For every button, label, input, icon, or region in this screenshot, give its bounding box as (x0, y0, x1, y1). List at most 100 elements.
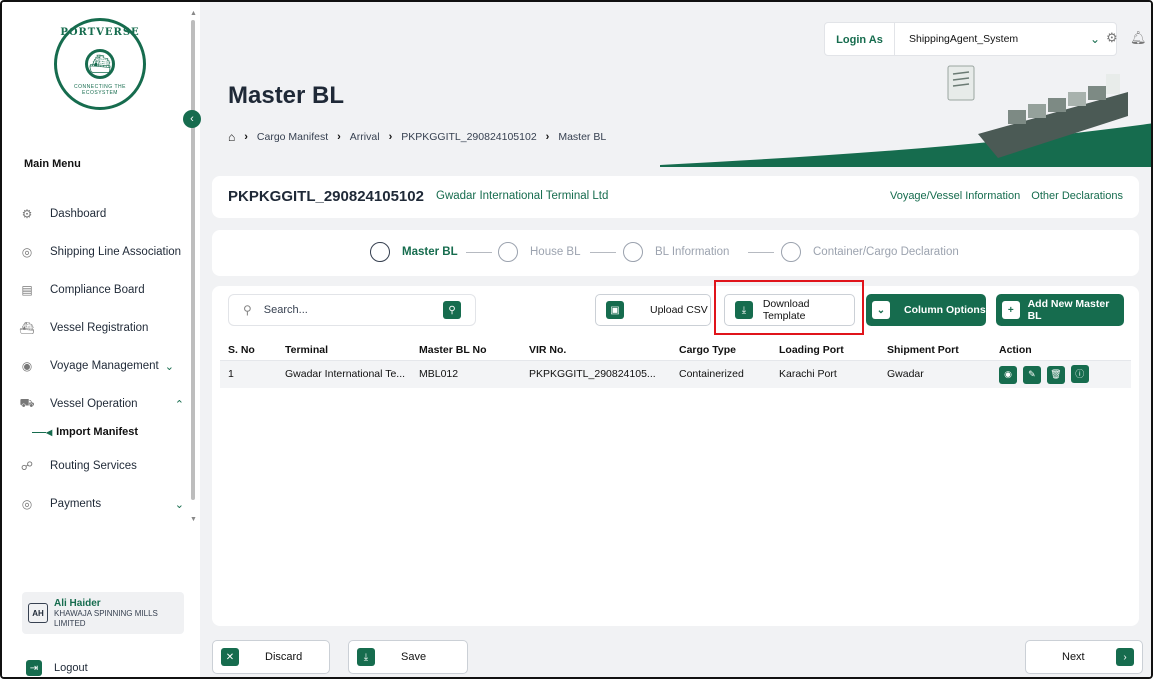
step-master-bl[interactable]: Master BL (370, 242, 458, 262)
logo-text: PORTVERSE (60, 27, 140, 38)
step-progress: Master BL House BL BL Information Contai… (212, 230, 1139, 276)
sidebar-scrollbar[interactable] (191, 20, 195, 500)
association-icon: ◎ (21, 245, 33, 259)
login-as-selector[interactable]: Login As ShippingAgent_System ⌄ (824, 22, 1117, 56)
payments-icon: ◎ (21, 497, 33, 511)
table-cell: PKPKGGITL_290824105... (521, 360, 671, 388)
logout-button[interactable]: ⇥ Logout (26, 660, 88, 676)
chevron-up-icon[interactable]: ⌃ (175, 398, 184, 411)
delete-icon[interactable]: 🗑︎ (1046, 365, 1065, 384)
upload-csv-button[interactable]: ▣ Upload CSV (595, 294, 711, 326)
sidebar-item-routing-services[interactable]: ☍ Routing Services (20, 447, 190, 485)
table-header-row: S. No Terminal Master BL No VIR No. Carg… (220, 340, 1131, 361)
table-cell: 1 (220, 360, 277, 388)
scroll-down-arrow[interactable]: ▼ (190, 516, 197, 523)
master-bl-table: S. No Terminal Master BL No VIR No. Carg… (220, 340, 1131, 388)
notification-bell-icon[interactable]: 🔔︎ (1130, 30, 1147, 46)
button-label: Upload CSV (650, 304, 708, 316)
button-label: Add New Master BL (1027, 298, 1110, 322)
sidebar-subitem-import-manifest[interactable]: ◀ Import Manifest (20, 417, 190, 447)
declaration-links: Voyage/Vessel Information Other Declarat… (882, 190, 1123, 202)
sidebar-item-vessel-registration[interactable]: ⛴ Vessel Registration (19, 309, 190, 347)
logout-label: Logout (54, 662, 88, 674)
sidebar-item-dashboard[interactable]: ⚙ Dashboard (20, 195, 190, 233)
chevron-down-icon[interactable]: ⌄ (165, 360, 174, 373)
breadcrumb-item[interactable]: Arrival (350, 131, 380, 143)
cargo-ship-illustration (947, 65, 1128, 158)
step-connector (466, 252, 492, 253)
sidebar-item-label: Voyage Management (50, 360, 159, 372)
breadcrumb-item[interactable]: Cargo Manifest (257, 131, 328, 143)
user-card[interactable]: AH Ali Haider KHAWAJA SPINNING MILLS LIM… (22, 592, 184, 634)
table-row[interactable]: 1 Gwadar International Te... MBL012 PKPK… (220, 360, 1131, 388)
sidebar-item-voyage-management[interactable]: ◉ Voyage Management ⌄ (20, 347, 190, 385)
add-new-master-bl-button[interactable]: + Add New Master BL (996, 294, 1124, 326)
sidebar-subitem-label: Import Manifest (56, 426, 139, 438)
step-circle (623, 242, 643, 262)
home-icon[interactable]: ⌂ (228, 130, 235, 144)
download-icon: ⤓ (735, 301, 753, 319)
button-label: Download Template (762, 298, 810, 322)
next-button[interactable]: Next › (1025, 640, 1143, 674)
declaration-card: PKPKGGITL_290824105102 Gwadar Internatio… (212, 176, 1139, 218)
app-window: ▲ ▼ PORTVERSE ⛴ CONNECTING THE ECOSYSTEM… (0, 0, 1153, 679)
close-icon: ✕ (221, 648, 239, 666)
search-button[interactable]: ⚲ (443, 301, 461, 319)
settings-icon[interactable]: ⚙ (1106, 30, 1118, 46)
logout-icon: ⇥ (26, 660, 42, 676)
page-header: Master BL (228, 82, 344, 110)
column-header[interactable]: Cargo Type (671, 340, 771, 361)
submenu-connector (32, 431, 46, 433)
ship-emblem-icon: ⛴ (85, 49, 115, 79)
dashboard-icon: ⚙ (21, 207, 33, 221)
chevron-down-icon[interactable]: ⌄ (175, 498, 184, 511)
button-label: Discard (265, 651, 303, 663)
other-declarations-link[interactable]: Other Declarations (1031, 190, 1123, 202)
csv-file-icon: ▣ (606, 301, 624, 319)
breadcrumb-separator-icon: › (337, 131, 341, 143)
discard-button[interactable]: ✕ Discard (212, 640, 330, 674)
column-header[interactable]: VIR No. (521, 340, 671, 361)
page-title: Master BL (228, 82, 345, 109)
scroll-up-arrow[interactable]: ▲ (190, 10, 197, 17)
sidebar-item-compliance-board[interactable]: ▤ Compliance Board (20, 271, 190, 309)
sidebar-item-payments[interactable]: ◎ Payments ⌄ (20, 485, 190, 523)
chevron-down-icon: ⌄ (872, 301, 890, 319)
column-header[interactable]: Loading Port (771, 340, 879, 361)
step-container-cargo-declaration[interactable]: Container/Cargo Declaration (781, 242, 959, 262)
active-arrow-icon: ◀ (46, 427, 53, 437)
info-icon[interactable]: ⓘ (1070, 364, 1089, 383)
download-template-button[interactable]: ⤓ Download Template (724, 294, 855, 326)
avatar: AH (28, 603, 48, 623)
save-icon: ⤓ (357, 648, 375, 666)
search-input[interactable] (263, 304, 424, 316)
table-cell: Containerized (671, 360, 771, 388)
breadcrumb-item[interactable]: PKPKGGITL_290824105102 (401, 131, 536, 143)
search-box: ⚲ ⚲ (228, 294, 476, 326)
collapse-sidebar-button[interactable]: ‹ (183, 110, 201, 128)
sidebar-item-shipping-line-association[interactable]: ◎ Shipping Line Association (20, 233, 190, 271)
button-label: Save (401, 651, 427, 663)
voyage-vessel-info-link[interactable]: Voyage/Vessel Information (890, 190, 1020, 202)
column-header[interactable]: Terminal (277, 340, 411, 361)
step-circle (498, 242, 518, 262)
column-options-button[interactable]: ⌄ Column Options (866, 294, 986, 326)
column-header[interactable]: S. No (220, 340, 277, 361)
user-name: Ali Haider (54, 597, 101, 609)
step-house-bl[interactable]: House BL (498, 242, 581, 262)
edit-icon[interactable]: ✎ (1022, 365, 1041, 384)
sidebar: ▲ ▼ PORTVERSE ⛴ CONNECTING THE ECOSYSTEM… (2, 2, 201, 677)
main-menu-label: Main Menu (24, 158, 81, 170)
view-icon[interactable]: ◉ (999, 365, 1017, 384)
step-bl-information[interactable]: BL Information (623, 242, 729, 262)
column-header[interactable]: Master BL No (411, 340, 521, 361)
save-button[interactable]: ⤓ Save (348, 640, 468, 674)
table-cell: Gwadar (879, 360, 991, 388)
breadcrumb-item-current: Master BL (558, 131, 607, 143)
user-organization: KHAWAJA SPINNING MILLS LIMITED (54, 608, 158, 628)
portverse-logo: PORTVERSE ⛴ CONNECTING THE ECOSYSTEM (54, 18, 146, 110)
column-header[interactable]: Shipment Port (879, 340, 991, 361)
table-cell: MBL012 (411, 360, 521, 388)
table-actions: ◉ ✎ 🗑︎ ⓘ (991, 360, 1131, 388)
step-label: Container/Cargo Declaration (813, 246, 959, 258)
